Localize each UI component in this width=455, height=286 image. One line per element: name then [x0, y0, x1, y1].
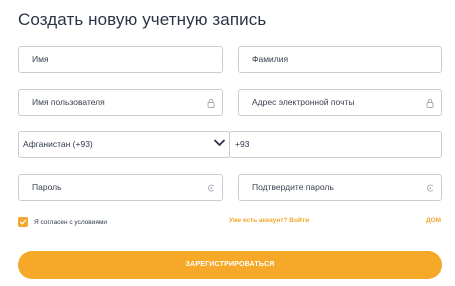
password-placeholder: Пароль [32, 182, 62, 192]
terms-agreement: Я согласен с условиями [18, 216, 107, 228]
registration-page: Создать новую учетную запись Имя Фамилия… [0, 0, 455, 286]
lock-icon [426, 98, 434, 108]
username-placeholder: Имя пользователя [32, 97, 105, 107]
chevron-down-icon[interactable] [214, 139, 225, 147]
email-field[interactable]: Адрес электронной почты [238, 89, 442, 116]
last-name-field[interactable]: Фамилия [238, 46, 442, 73]
phone-field[interactable]: +93 [229, 131, 442, 158]
email-placeholder: Адрес электронной почты [252, 97, 355, 107]
country-selected-value: Афганистан (+93) [23, 139, 93, 149]
lock-icon [207, 98, 215, 108]
terms-checkbox[interactable] [18, 217, 28, 227]
confirm-password-placeholder: Подтвердите пароль [252, 182, 334, 192]
register-button[interactable]: ЗАРЕГИСТРИРОВАТЬСЯ [18, 251, 442, 279]
check-icon [19, 219, 27, 225]
phone-value: +93 [235, 139, 250, 149]
terms-label: Я согласен с условиями [34, 218, 108, 226]
eye-icon[interactable] [426, 183, 434, 193]
password-field[interactable]: Пароль [18, 174, 223, 201]
last-name-placeholder: Фамилия [252, 54, 289, 64]
login-link[interactable]: Уже есть аккаунт? Войти [229, 217, 309, 224]
country-select[interactable]: Афганистан (+93) [18, 131, 230, 158]
username-field[interactable]: Имя пользователя [18, 89, 223, 116]
eye-icon[interactable] [207, 183, 215, 193]
home-link[interactable]: ДОМ [426, 217, 441, 224]
first-name-field[interactable]: Имя [18, 46, 223, 73]
confirm-password-field[interactable]: Подтвердите пароль [238, 174, 442, 201]
first-name-placeholder: Имя [32, 54, 49, 64]
page-title: Создать новую учетную запись [18, 10, 267, 29]
